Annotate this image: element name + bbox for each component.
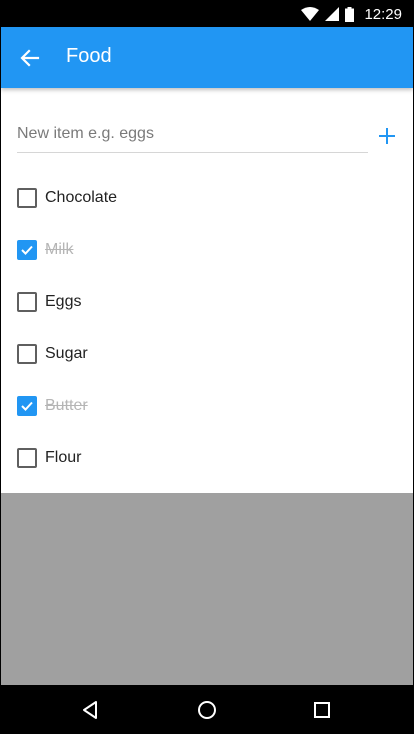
nav-home-button[interactable] — [195, 698, 219, 722]
back-button[interactable] — [17, 45, 43, 71]
list-item[interactable]: Butter — [1, 380, 413, 432]
recents-square-icon — [314, 702, 330, 718]
signal-icon — [325, 7, 340, 21]
list-item[interactable]: Sugar — [1, 328, 413, 380]
wifi-icon — [301, 7, 320, 21]
navigation-bar — [0, 685, 414, 734]
checkmark-icon — [21, 245, 33, 255]
item-label: Milk — [45, 241, 74, 258]
nav-back-button[interactable] — [79, 698, 103, 722]
item-list: Chocolate Milk Eggs Sugar Butter Flour — [1, 172, 413, 484]
item-label: Chocolate — [45, 189, 118, 206]
item-label: Eggs — [45, 293, 82, 310]
new-item-input[interactable] — [17, 120, 368, 153]
back-triangle-icon — [83, 701, 97, 719]
status-time: 12:29 — [364, 5, 402, 23]
checkmark-icon — [21, 401, 33, 411]
checkbox[interactable] — [17, 292, 37, 312]
list-item[interactable]: Milk — [1, 224, 413, 276]
item-label: Butter — [45, 397, 88, 414]
empty-area — [1, 493, 413, 685]
checkbox-checked[interactable] — [17, 240, 37, 260]
list-content: Chocolate Milk Eggs Sugar Butter — [1, 88, 413, 493]
app-bar: Food — [1, 27, 413, 88]
status-icons: 12:29 — [301, 5, 402, 23]
list-item[interactable]: Flour — [1, 432, 413, 484]
checkbox-checked[interactable] — [17, 396, 37, 416]
add-item-button[interactable] — [376, 125, 398, 147]
list-item[interactable]: Eggs — [1, 276, 413, 328]
checkbox[interactable] — [17, 344, 37, 364]
nav-recents-button[interactable] — [310, 698, 334, 722]
page-title: Food — [66, 45, 112, 67]
checkbox[interactable] — [17, 188, 37, 208]
checkbox[interactable] — [17, 448, 37, 468]
battery-icon — [345, 6, 355, 22]
item-label: Sugar — [45, 345, 88, 362]
plus-icon — [379, 128, 395, 144]
home-circle-icon — [198, 701, 216, 719]
status-bar: 12:29 — [0, 0, 414, 27]
item-label: Flour — [45, 449, 82, 466]
arrow-back-icon — [20, 49, 40, 67]
list-item[interactable]: Chocolate — [1, 172, 413, 224]
